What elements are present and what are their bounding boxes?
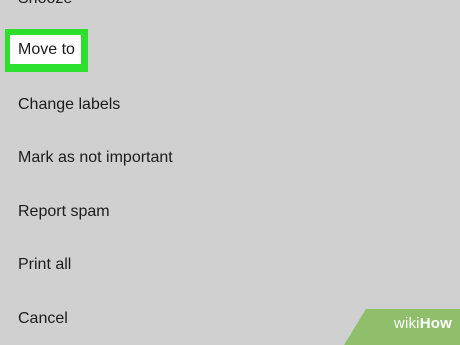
watermark-how-text: How [419,315,452,332]
menu-item-move-to[interactable]: Move to [18,40,75,60]
menu-item-report-spam[interactable]: Report spam [18,202,110,222]
menu-item-print-all[interactable]: Print all [18,255,71,275]
wikihow-watermark: wikiHow [344,305,460,345]
menu-item-change-labels[interactable]: Change labels [18,95,120,115]
watermark-logo-text: wikiHow [394,315,452,332]
menu-item-snooze[interactable]: Snooze [18,0,72,9]
menu-item-mark-not-important[interactable]: Mark as not important [18,148,173,168]
watermark-wiki-text: wiki [393,315,420,332]
menu-item-cancel[interactable]: Cancel [18,309,68,329]
